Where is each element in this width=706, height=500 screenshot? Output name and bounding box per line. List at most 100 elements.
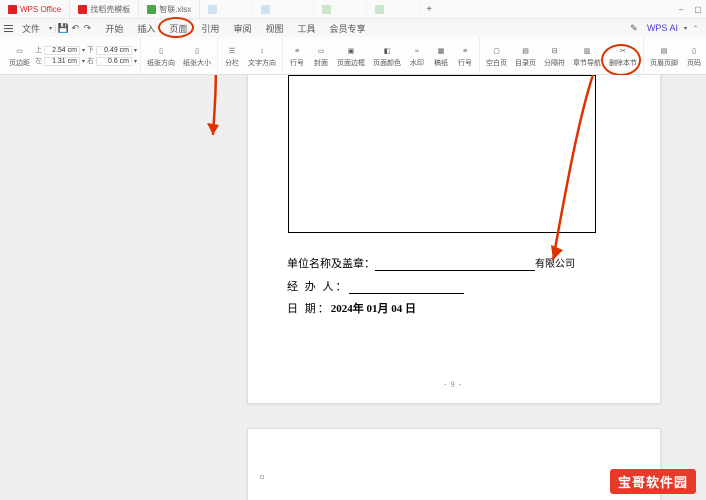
app-tab-muted[interactable] [200,0,253,18]
toc-icon: ▤ [519,44,533,58]
app-name: WPS Office [20,5,61,14]
manuscript-button[interactable]: ▦ 稿纸 [430,42,452,69]
columns-icon: ☰ [225,44,239,58]
cover-page-button[interactable]: ▭封面 [310,42,332,69]
sheet-icon [322,5,331,14]
columns-button[interactable]: ☰ 分栏 [221,42,243,69]
menu-start[interactable]: 开始 [98,20,130,37]
margin-inputs: 上 2.54 cm ▾ 下 0.49 cm ▾ 左 1.31 cm ▾ 右 0.… [35,45,137,66]
line-number-button[interactable]: ≡行号 [286,42,308,69]
tab-label: 智联.xlsx [159,4,191,15]
margin-left-label: 左 [35,56,42,66]
company-suffix: 有限公司 [535,259,575,270]
btn-label: 删除本节 [609,60,637,67]
manuscript-icon: ▦ [434,44,448,58]
document-canvas[interactable]: 单位名称及盖章： 有限公司 经 办 人： 日 期：2024年 01月 04 日 -… [0,75,706,500]
paper-size-icon: ▯ [190,44,204,58]
btn-label: 行号 [290,60,304,67]
save-icon[interactable]: 💾 [58,23,68,33]
watermark-button[interactable]: ≈ 水印 [406,42,428,69]
btn-label: 纸张大小 [183,60,211,67]
app-tab-daoker[interactable]: 找稻壳模板 [70,0,139,18]
ribbon: ▭ 页边距 上 2.54 cm ▾ 下 0.49 cm ▾ 左 1.31 cm … [0,37,706,75]
btn-label: 稿纸 [434,60,448,67]
margin-bottom-input[interactable]: 0.49 cm [96,46,132,55]
btn-label: 水印 [410,60,424,67]
btn-label: 纸张方向 [147,60,175,67]
blank-page-button[interactable]: ▢ 空白页 [483,42,510,69]
page-number: - 9 - [444,380,462,389]
btn-label: 目录页 [515,60,536,67]
page-number-button[interactable]: ▯页码 [683,42,705,69]
menu-view[interactable]: 视图 [258,20,290,37]
text-direction-icon: ↕ [255,44,269,58]
margin-bottom-label: 下 [87,45,94,55]
section-break-marker [260,475,264,479]
margin-top-input[interactable]: 2.54 cm [44,46,80,55]
page-color-icon: ◧ [380,44,394,58]
page-border-icon: ▣ [344,44,358,58]
new-tab-button[interactable]: + [420,4,438,15]
field-seal[interactable]: 单位名称及盖章： 有限公司 [287,255,575,271]
pencil-icon[interactable]: ✎ [627,21,641,35]
hamburger-icon[interactable] [4,24,13,33]
wps-icon [8,5,17,14]
btn-label: 分栏 [225,60,239,67]
maximize-button[interactable]: ▢ [690,2,706,16]
margin-right-input[interactable]: 0.6 cm [96,57,132,66]
line-numbers-icon: ≡ [458,44,472,58]
menu-review[interactable]: 审阅 [226,20,258,37]
app-tab-muted[interactable] [367,0,420,18]
app-tab-xlsx[interactable]: 智联.xlsx [139,0,200,18]
menu-page[interactable]: 页面 [162,20,194,37]
app-tab-muted[interactable] [253,0,314,18]
text-direction-button[interactable]: ↕文字方向 [245,42,279,69]
collapse-ribbon-icon[interactable]: ⌃ [693,25,698,32]
toolbar-separator: | [54,23,56,33]
field-date-label: 日 期： [287,303,331,315]
page[interactable] [247,428,661,500]
page-border-button[interactable]: ▣页面边框 [334,42,368,69]
field-seal-label: 单位名称及盖章： [287,258,375,270]
field-handler-label: 经 办 人： [287,281,349,293]
toc-page-button[interactable]: ▤ 目录页 [512,42,539,69]
site-watermark: 宝哥软件园 [610,469,696,494]
header-footer-button[interactable]: ▤页眉页脚 [647,42,681,69]
orientation-button[interactable]: ▯纸张方向 [144,42,178,69]
undo-icon[interactable]: ↶ [70,23,80,33]
btn-label: 章节导航 [573,60,601,67]
breaks-icon: ⊟ [548,44,562,58]
field-date[interactable]: 日 期：2024年 01月 04 日 [287,300,416,316]
menu-file[interactable]: 文件 [15,20,47,37]
watermark-icon: ≈ [410,44,424,58]
line-numbers-button[interactable]: ≡行号 [454,42,476,69]
menu-tools[interactable]: 工具 [290,20,322,37]
menu-member[interactable]: 会员专享 [322,20,372,37]
field-handler[interactable]: 经 办 人： [287,278,464,294]
btn-label: 页面颜色 [373,60,401,67]
text-box[interactable] [288,75,596,233]
btn-label: 空白页 [486,60,507,67]
btn-label: 封面 [314,60,328,67]
menu-references[interactable]: 引用 [194,20,226,37]
delete-section-icon: ✂ [616,44,630,58]
page-margin-icon: ▭ [13,44,27,58]
doc-icon [261,5,270,14]
wps-ai[interactable]: WPS AI [647,23,678,33]
section-nav-button[interactable]: ▥章节导航 [570,42,604,69]
margin-left-input[interactable]: 1.31 cm [44,57,80,66]
paper-size-button[interactable]: ▯ 纸张大小 [180,42,214,69]
menu-page-label: 页面 [169,24,187,34]
sheet-icon [147,5,156,14]
menu-insert[interactable]: 插入 [130,20,162,37]
minimize-button[interactable]: – [673,2,689,16]
btn-label: 页边距 [9,60,30,67]
page-margin-button[interactable]: ▭ 页边距 [6,42,33,69]
breaks-button[interactable]: ⊟分隔符 [541,42,568,69]
page-color-button[interactable]: ◧ 页面颜色 [370,42,404,69]
delete-section-button[interactable]: ✂ 删除本节 [606,42,640,69]
app-tab-wps-office[interactable]: WPS Office [0,0,70,18]
blank-page-icon: ▢ [490,44,504,58]
app-tab-muted[interactable] [314,0,367,18]
redo-icon[interactable]: ↷ [82,23,92,33]
